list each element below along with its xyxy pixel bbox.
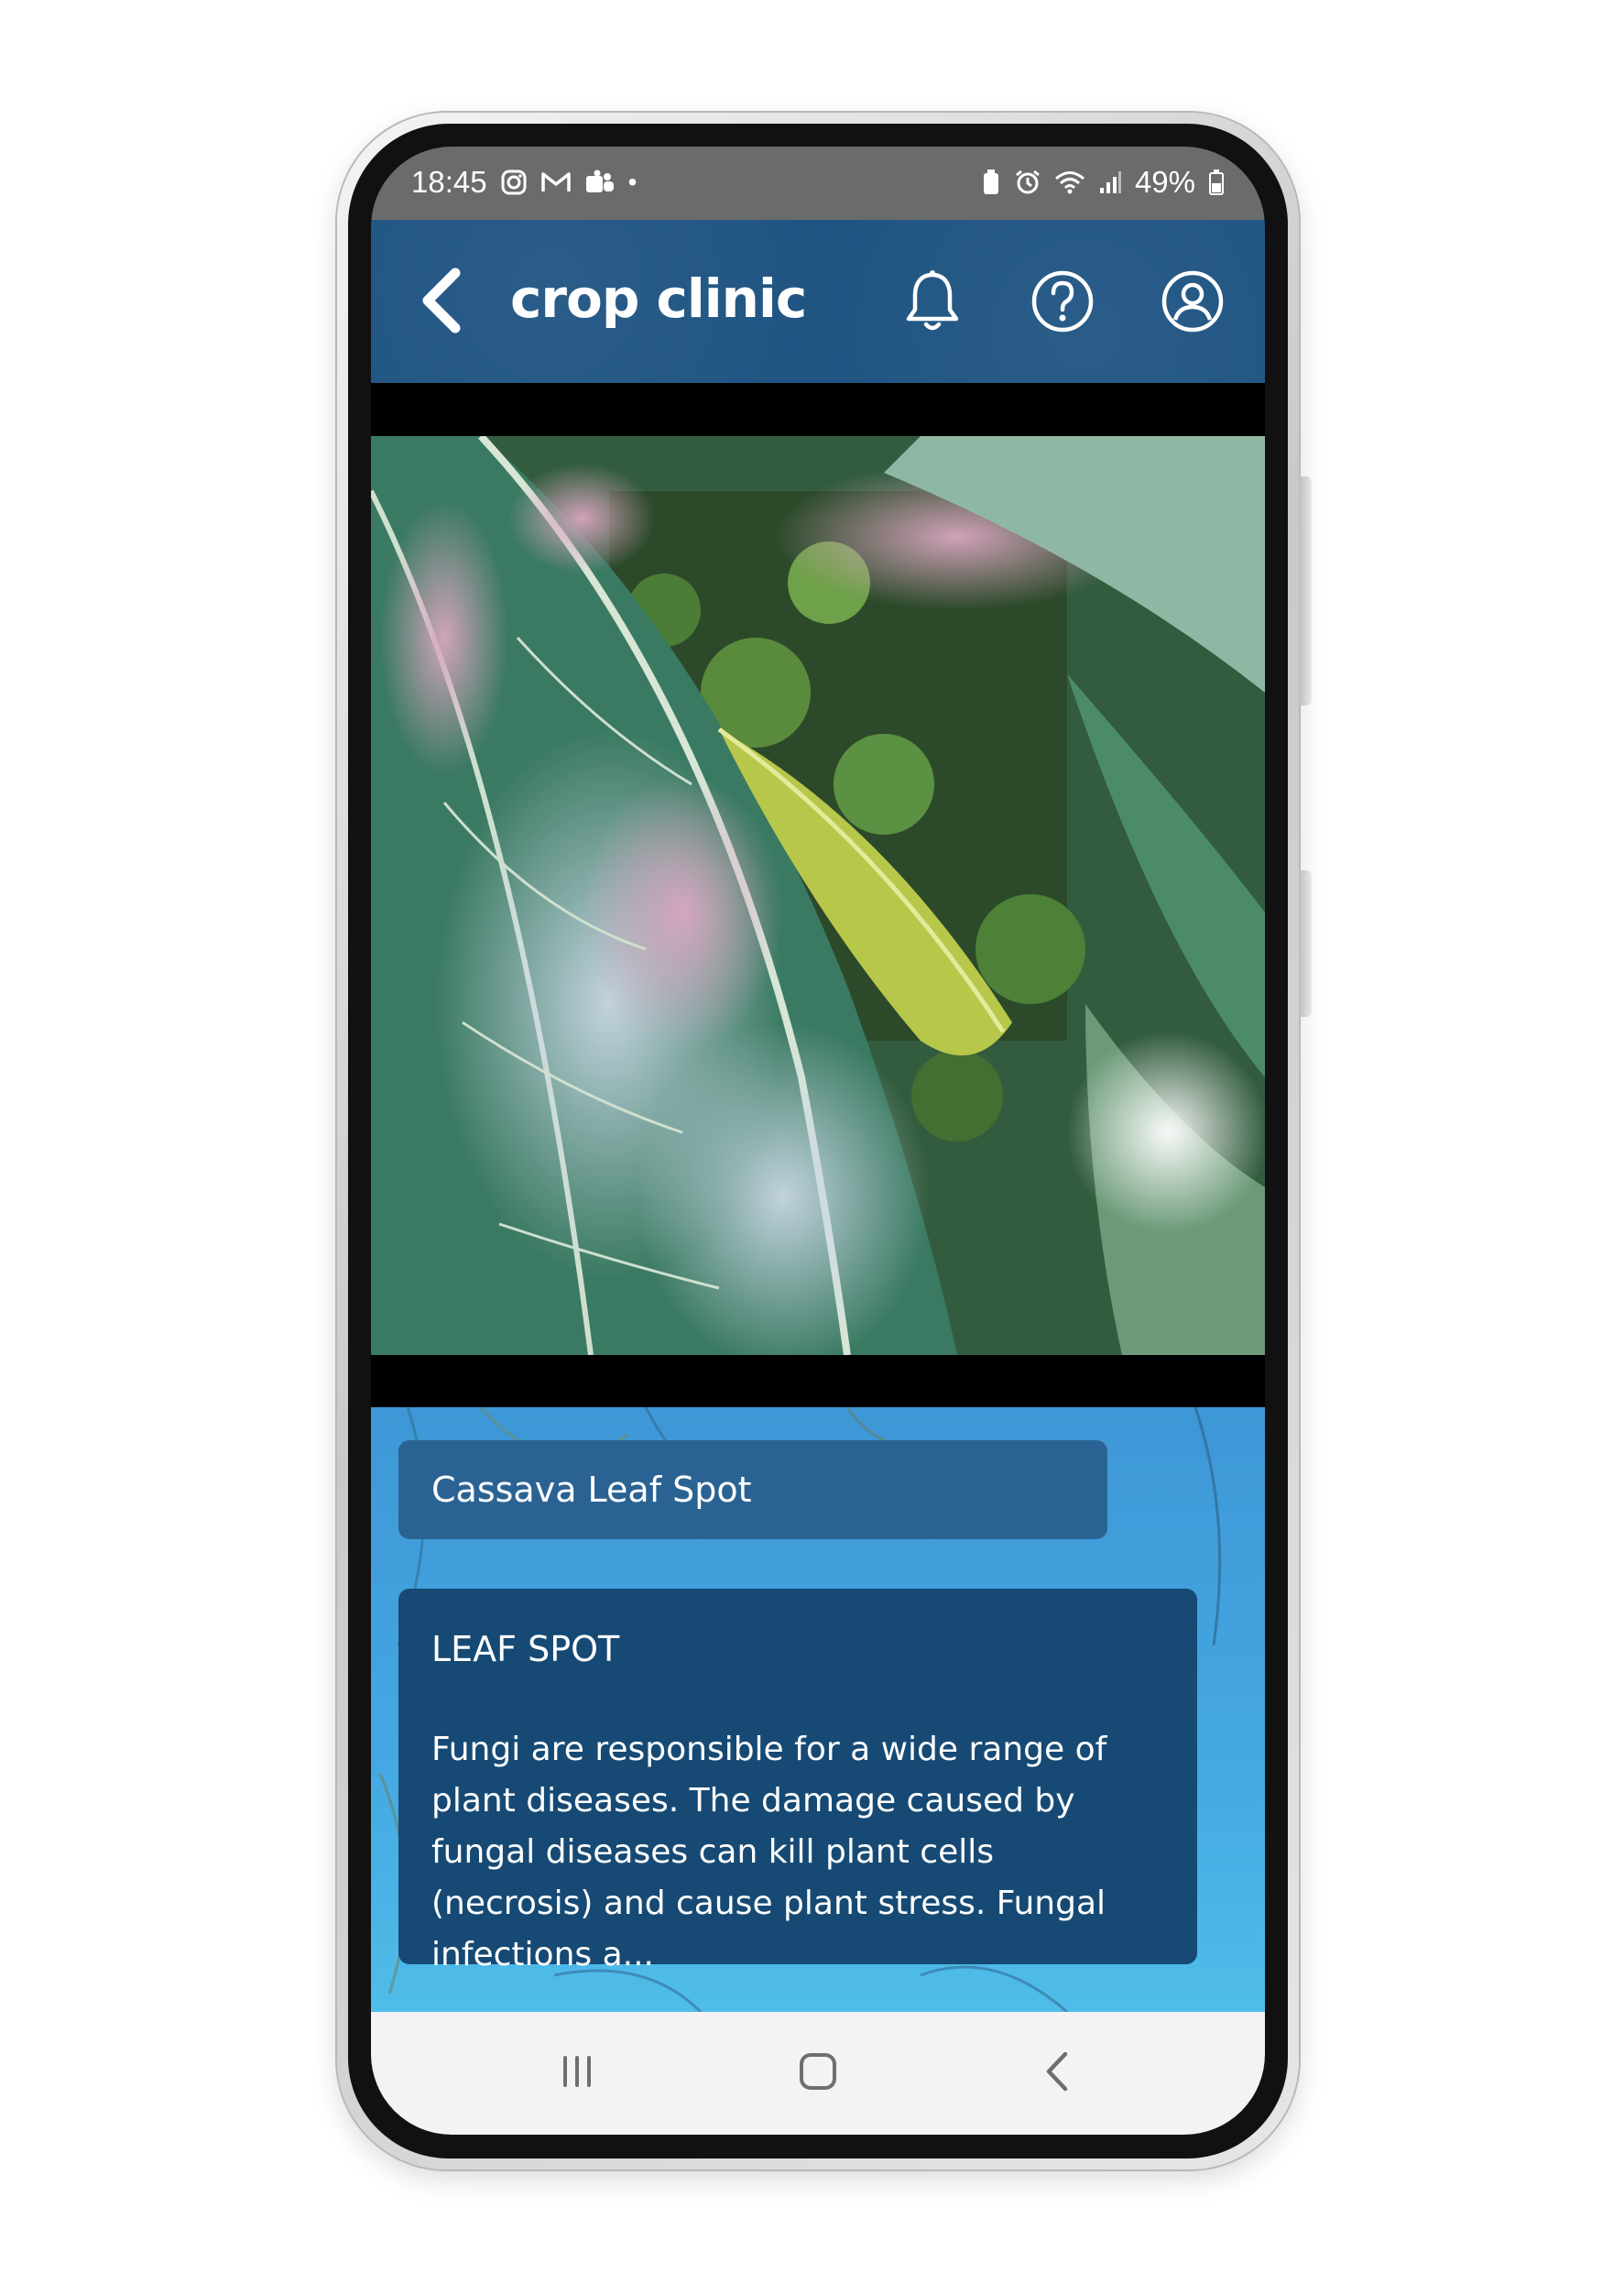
home-icon[interactable] bbox=[786, 2039, 850, 2104]
info-title: LEAF SPOT bbox=[431, 1629, 620, 1669]
page: 18:45 • 49% crop clinic Cassava Leaf Spo… bbox=[0, 0, 1624, 2295]
signal-icon bbox=[1099, 171, 1121, 193]
battery-percent: 49% bbox=[1134, 165, 1195, 199]
help-icon[interactable] bbox=[1029, 268, 1096, 335]
profile-icon[interactable] bbox=[1159, 268, 1226, 335]
back-icon[interactable] bbox=[1027, 2039, 1091, 2104]
system-nav-bar bbox=[371, 2012, 1265, 2135]
volume-button bbox=[1299, 476, 1312, 705]
alarm-icon bbox=[1016, 169, 1040, 194]
status-time: 18:45 bbox=[411, 165, 487, 199]
photo-container bbox=[371, 383, 1265, 1407]
teams-icon bbox=[585, 169, 614, 192]
app-header: crop clinic bbox=[371, 220, 1265, 383]
status-left: 18:45 • bbox=[411, 165, 637, 200]
instagram-icon bbox=[501, 169, 527, 195]
cassava-leaf-image bbox=[371, 436, 1265, 1355]
bell-icon[interactable] bbox=[899, 268, 966, 335]
disease-name-label: Cassava Leaf Spot bbox=[398, 1440, 1107, 1539]
disease-info-card[interactable]: LEAF SPOT Fungi are responsible for a wi… bbox=[398, 1589, 1197, 1973]
phone-screen: 18:45 • 49% crop clinic Cassava Leaf Spo… bbox=[371, 147, 1265, 2135]
battery-icon bbox=[1209, 169, 1224, 195]
gmail-icon bbox=[540, 172, 571, 191]
back-arrow-icon[interactable] bbox=[408, 264, 481, 337]
battery-saver-icon bbox=[983, 169, 998, 194]
power-button bbox=[1299, 870, 1312, 1017]
info-body: Fungi are responsible for a wide range o… bbox=[431, 1731, 1107, 1973]
status-bar: 18:45 • 49% bbox=[371, 147, 1265, 220]
status-right: 49% bbox=[981, 165, 1225, 200]
diagnosis-panel: Cassava Leaf Spot LEAF SPOT Fungi are re… bbox=[371, 1407, 1265, 2012]
dot-icon: • bbox=[627, 168, 638, 196]
app-title: crop clinic bbox=[510, 268, 807, 330]
leaf-photo bbox=[371, 436, 1265, 1355]
wifi-icon bbox=[1054, 171, 1084, 194]
recent-apps-icon[interactable] bbox=[545, 2039, 609, 2104]
